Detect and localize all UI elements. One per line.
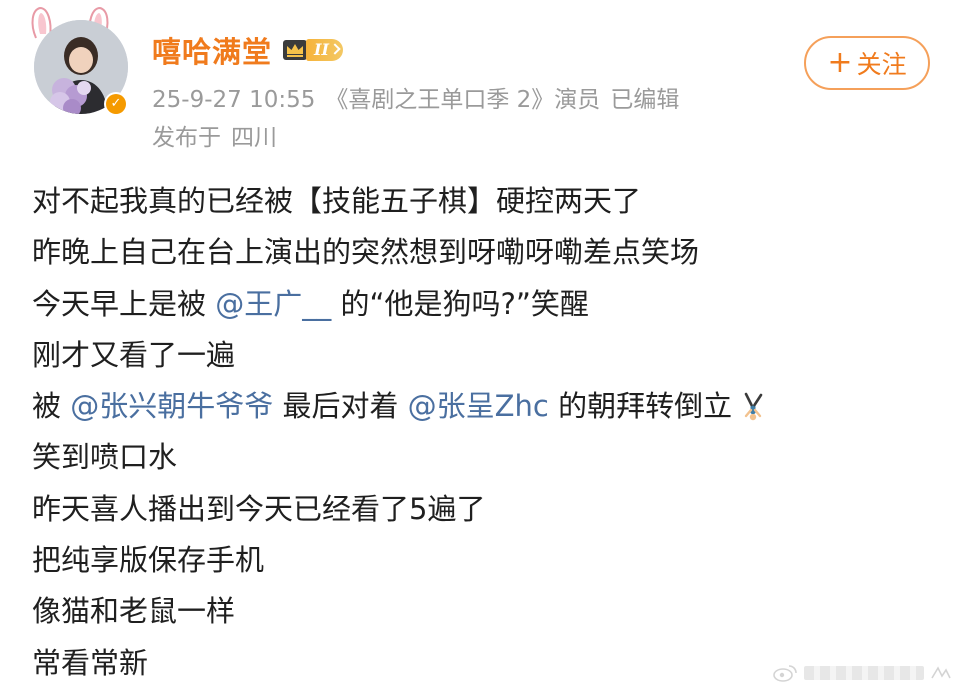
line5-text-pre: 被	[32, 389, 71, 424]
handstand-emoji-icon	[744, 392, 763, 421]
avatar-container[interactable]: ✓	[10, 4, 130, 124]
post-line-5: 被 @张兴朝牛爷爷 最后对着 @张呈Zhc 的朝拜转倒立	[32, 381, 944, 432]
watermark-username-blur	[804, 666, 924, 680]
location-prefix: 发布于	[152, 125, 221, 151]
post-meta: 25-9-27 10:55 《喜剧之王单口季 2》演员 已编辑	[152, 80, 679, 114]
post-body: 对不起我真的已经被【技能五子棋】硬控两天了 昨晚上自己在台上演出的突然想到呀嘞呀…	[32, 176, 944, 689]
follow-label: 关注	[856, 50, 907, 79]
post-line-9: 像猫和老鼠一样	[32, 594, 236, 629]
plus-icon: +	[827, 45, 853, 80]
vip-badge[interactable]: II	[282, 38, 343, 62]
crown-icon	[283, 40, 308, 60]
post-line-6: 笑到喷口水	[32, 440, 178, 475]
mention-zhangcheng[interactable]: @张呈Zhc	[408, 389, 549, 423]
line5-text-post: 的朝拜转倒立	[548, 389, 733, 424]
username-row: 嘻哈满堂 II	[152, 30, 343, 70]
verified-badge: ✓	[104, 92, 128, 116]
line3-text-pre: 今天早上是被	[32, 286, 216, 321]
line5-text-mid: 最后对着	[273, 389, 408, 424]
post-line-3: 今天早上是被 @王广__ 的“他是狗吗?”笑醒	[32, 279, 944, 330]
vip-level: II	[306, 39, 343, 61]
post-line-7: 昨天喜人播出到今天已经看了5遍了	[32, 491, 486, 526]
post-line-2: 昨晚上自己在台上演出的突然想到呀嘞呀嘞差点笑场	[32, 235, 700, 270]
weibo-watermark-icon	[773, 665, 797, 682]
post-timestamp[interactable]: 25-9-27 10:55	[152, 87, 315, 113]
mention-wangguang[interactable]: @王广__	[215, 287, 331, 321]
post-line-4: 刚才又看了一遍	[32, 337, 236, 372]
verified-v-icon: ✓	[106, 94, 126, 114]
edited-label[interactable]: 已编辑	[610, 87, 679, 113]
line3-text-post: 的“他是狗吗?”笑醒	[331, 286, 589, 321]
post-line-1: 对不起我真的已经被【技能五子棋】硬控两天了	[32, 184, 642, 218]
post-location: 发布于 四川	[152, 118, 277, 152]
weibo-watermark	[772, 663, 952, 683]
watermark-mark-icon	[931, 666, 951, 679]
mention-zhangxingchao[interactable]: @张兴朝牛爷爷	[70, 389, 273, 423]
post-source: 《喜剧之王单口季 2》演员	[325, 87, 601, 113]
username[interactable]: 嘻哈满堂	[152, 29, 272, 71]
location-name: 四川	[231, 125, 277, 151]
follow-button[interactable]: + 关注	[804, 36, 930, 90]
post-line-8: 把纯享版保存手机	[32, 543, 265, 578]
